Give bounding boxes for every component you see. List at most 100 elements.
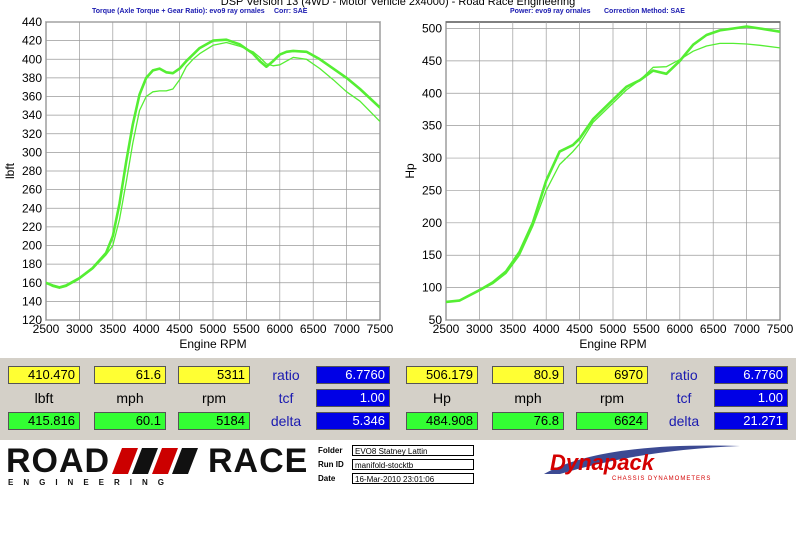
delta-value: 5.346	[316, 412, 390, 430]
power-mph-unit-label: mph	[514, 390, 542, 406]
torque-y-tick-label: 260	[22, 183, 42, 197]
torque-x-tick-label: 4500	[166, 322, 193, 336]
hp-unit-label: Hp	[433, 390, 451, 406]
tcf-label: tcf	[278, 390, 294, 406]
dynapack-logo: Dynapack CHASSIS DYNAMOMETERS	[544, 445, 740, 482]
power-x-tick-label: 3500	[499, 322, 526, 336]
power-series-header: Power: evo9 ray ornales	[510, 8, 591, 15]
torque-y-tick-label: 280	[22, 164, 42, 178]
power-y-tick-label: 500	[422, 21, 442, 35]
power-y-axis-label: Hp	[403, 163, 417, 179]
torque-y-tick-label: 140	[22, 294, 42, 308]
ratio-label: ratio	[272, 367, 300, 383]
torque-compare-value: 415.816	[8, 412, 80, 430]
power-x-tick-label: 6500	[700, 322, 727, 336]
power-x-tick-label: 5000	[600, 322, 627, 336]
torque-y-axis-label: lbft	[3, 162, 17, 179]
torque-corr-header: Corr: SAE	[274, 8, 308, 15]
power-chart-panel: Power: evo9 ray ornales Correction Metho…	[400, 8, 796, 358]
rpm-compare-value: 5184	[178, 412, 250, 430]
power-rpm-unit-label: rpm	[599, 390, 625, 406]
rpm-unit-label: rpm	[201, 390, 227, 406]
torque-y-tick-label: 220	[22, 220, 42, 234]
logo-engineering-text: ENGINEERING	[8, 478, 174, 487]
torque-x-tick-label: 6500	[300, 322, 327, 336]
folder-label: Folder	[318, 446, 343, 455]
torque-x-tick-label: 5000	[200, 322, 227, 336]
power-y-tick-label: 150	[422, 248, 442, 262]
power-ratio-label: ratio	[670, 367, 698, 383]
footer: ROAD RACE ENGINEERING Folder EVO8 Statne…	[0, 440, 796, 490]
torque-series-header: Torque (Axle Torque + Gear Ratio): evo9 …	[92, 8, 265, 15]
readout-bar: 410.470 61.6 5311 ratio 6.7760 lbft mph …	[0, 358, 796, 440]
torque-y-tick-label: 180	[22, 257, 42, 271]
torque-x-tick-label: 3500	[99, 322, 126, 336]
torque-y-tick-label: 400	[22, 52, 42, 66]
torque-chart-panel: Torque (Axle Torque + Gear Ratio): evo9 …	[0, 8, 396, 358]
power-ratio-value: 6.7760	[714, 366, 788, 384]
torque-y-tick-label: 120	[22, 313, 42, 327]
logo-road-text: ROAD	[6, 442, 110, 480]
ratio-value: 6.7760	[316, 366, 390, 384]
power-y-tick-label: 100	[422, 281, 442, 295]
torque-x-tick-label: 7500	[367, 322, 394, 336]
torque-y-tick-label: 320	[22, 127, 42, 141]
torque-y-tick-label: 380	[22, 71, 42, 85]
power-delta-value: 21.271	[714, 412, 788, 430]
power-x-tick-label: 4000	[533, 322, 560, 336]
delta-label: delta	[270, 413, 302, 429]
dynapack-text: Dynapack	[550, 450, 656, 475]
torque-x-tick-label: 4000	[133, 322, 160, 336]
power-x-tick-label: 7500	[767, 322, 794, 336]
power-compare-value: 484.908	[406, 412, 478, 430]
torque-y-tick-label: 340	[22, 108, 42, 122]
power-rpm-readout-value: 6970	[576, 366, 648, 384]
power-y-tick-label: 350	[422, 119, 442, 133]
power-mph-readout-value: 80.9	[492, 366, 564, 384]
power-x-tick-label: 3000	[466, 322, 493, 336]
date-label: Date	[318, 474, 336, 483]
power-tcf-value: 1.00	[714, 389, 788, 407]
lbft-unit-label: lbft	[34, 390, 54, 406]
power-delta-label: delta	[668, 413, 700, 429]
torque-x-tick-label: 5500	[233, 322, 260, 336]
torque-y-tick-label: 440	[22, 15, 42, 29]
power-tcf-label: tcf	[676, 390, 692, 406]
mph-unit-label: mph	[116, 390, 144, 406]
torque-chart: 2500 3000 3500 4000 4500 5000 5500 6000 6500 7000…	[3, 15, 394, 351]
power-rpm-compare-value: 6624	[576, 412, 648, 430]
tcf-value: 1.00	[316, 389, 390, 407]
torque-x-tick-label: 6000	[266, 322, 293, 336]
power-x-tick-label: 5500	[633, 322, 660, 336]
torque-y-tick-label: 360	[22, 90, 42, 104]
power-x-tick-label: 7000	[733, 322, 760, 336]
power-y-tick-label: 200	[422, 216, 442, 230]
power-readout-value: 506.179	[406, 366, 478, 384]
power-x-axis-label: Engine RPM	[579, 337, 646, 351]
window-title: DSP Version 13 (4WD - Motor Vehicle 2x40…	[220, 0, 576, 8]
mph-readout-value: 61.6	[94, 366, 166, 384]
power-y-tick-label: 300	[422, 151, 442, 165]
rpm-readout-value: 5311	[178, 366, 250, 384]
torque-y-tick-label: 160	[22, 276, 42, 290]
torque-x-tick-label: 3000	[66, 322, 93, 336]
folder-field: EVO8 Statney Lattin	[352, 445, 474, 456]
run-id-label: Run ID	[318, 460, 344, 469]
power-y-tick-label: 400	[422, 86, 442, 100]
torque-y-tick-label: 420	[22, 34, 42, 48]
mph-compare-value: 60.1	[94, 412, 166, 430]
power-chart: 2500 3000 3500 4000 4500 5000 5500 6000 6500 7000…	[403, 21, 794, 351]
power-x-tick-label: 4500	[566, 322, 593, 336]
power-corr-header: Correction Method: SAE	[604, 8, 685, 15]
logo-stripes	[112, 448, 198, 474]
power-x-tick-label: 6000	[666, 322, 693, 336]
power-y-tick-label: 450	[422, 54, 442, 68]
logo-race-text: RACE	[208, 442, 308, 480]
date-field: 16-Mar-2010 23:01:06	[352, 473, 474, 484]
power-y-tick-label: 250	[422, 183, 442, 197]
torque-y-tick-label: 300	[22, 145, 42, 159]
dynapack-subtext: CHASSIS DYNAMOMETERS	[612, 476, 711, 482]
torque-x-tick-label: 7000	[333, 322, 360, 336]
torque-y-tick-label: 200	[22, 239, 42, 253]
torque-readout-value: 410.470	[8, 366, 80, 384]
